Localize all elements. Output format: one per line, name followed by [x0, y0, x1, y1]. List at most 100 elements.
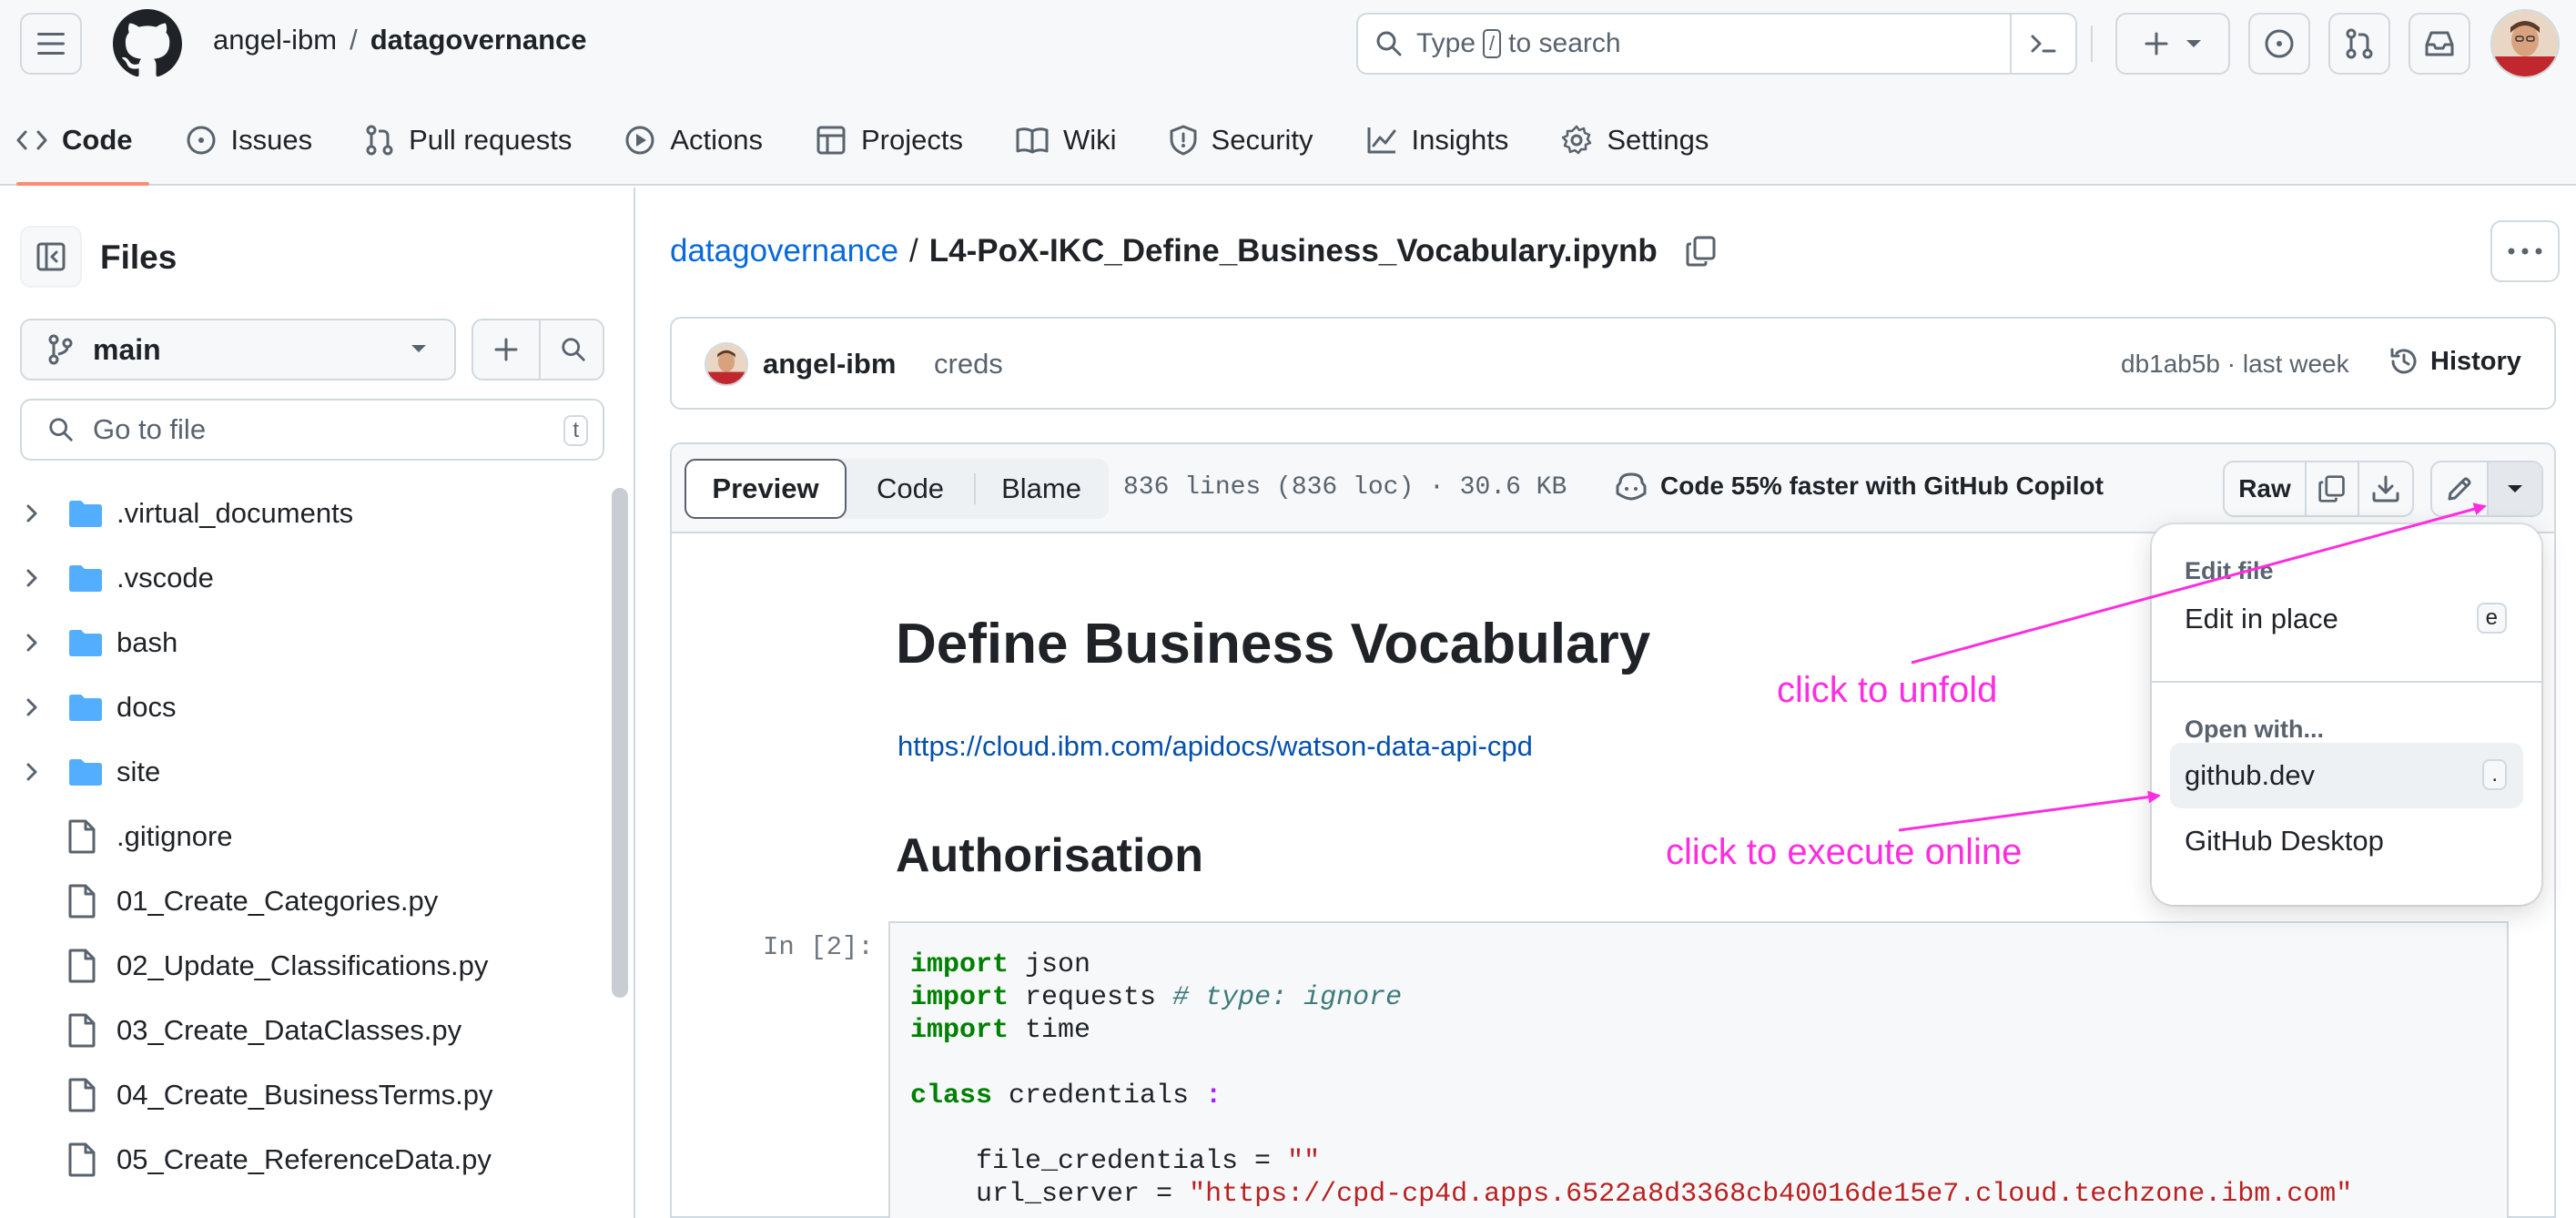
hamburger-icon	[37, 33, 65, 55]
create-new-button[interactable]	[2115, 13, 2230, 75]
search-files-button[interactable]	[541, 320, 606, 379]
app-header: angel-ibm / datagovernance Type / to sea…	[0, 0, 2576, 186]
raw-button[interactable]: Raw	[2225, 462, 2307, 515]
more-options-button[interactable]	[2490, 220, 2560, 282]
cell-execution-label: In [2]:	[763, 932, 874, 962]
copy-icon	[2318, 475, 2345, 502]
sidebar-actions	[472, 319, 604, 381]
menu-item-label: Edit in place	[2185, 603, 2338, 634]
tree-item-file[interactable]: 01_Create_Categories.py	[0, 868, 601, 933]
copy-raw-button[interactable]	[2307, 462, 2359, 515]
commit-meta[interactable]: db1ab5b · last week	[2121, 350, 2349, 379]
go-to-file-shortcut: t	[563, 415, 588, 446]
pull-requests-button[interactable]	[2328, 13, 2390, 75]
commit-message-link[interactable]: creds	[934, 348, 1003, 381]
tab-actions[interactable]: Actions	[608, 107, 779, 173]
tab-label: Projects	[861, 124, 963, 156]
avatar-image-icon	[2492, 11, 2558, 76]
tab-insights[interactable]: Insights	[1350, 107, 1526, 173]
copy-path-icon[interactable]	[1685, 235, 1718, 268]
copilot-promo-link[interactable]: Code 55% faster with GitHub Copilot	[1615, 472, 2104, 501]
tree-item-folder[interactable]: site	[0, 739, 601, 804]
tree-item-label: .virtual_documents	[117, 496, 354, 529]
code-text: credentials	[992, 1081, 1206, 1111]
code-keyword: class	[910, 1081, 993, 1111]
issue-opened-icon	[2265, 29, 2294, 58]
go-to-file-input[interactable]: Go to file t	[20, 399, 604, 461]
open-github-desktop-item[interactable]: GitHub Desktop	[2170, 808, 2523, 874]
view-mode-segmented-control: Preview Code Blame	[685, 459, 1109, 519]
file-tree-sidebar: Files main Go to file t .virtual_documen…	[0, 188, 635, 1218]
tab-issues[interactable]: Issues	[169, 107, 330, 173]
file-name: L4-PoX-IKC_Define_Business_Vocabulary.ip…	[928, 233, 1658, 269]
search-input[interactable]: Type / to search	[1356, 13, 2077, 75]
menu-button[interactable]	[20, 13, 82, 75]
tab-projects[interactable]: Projects	[799, 107, 979, 173]
tab-settings[interactable]: Settings	[1545, 107, 1725, 173]
download-button[interactable]	[2359, 462, 2412, 515]
tab-wiki[interactable]: Wiki	[999, 107, 1133, 173]
open-github-dev-item[interactable]: github.dev .	[2170, 743, 2523, 808]
tree-item-label: 04_Create_BusinessTerms.py	[117, 1078, 493, 1111]
book-icon	[1016, 127, 1049, 154]
code-comment: # type: ignore	[1172, 982, 1403, 1013]
download-icon	[2372, 475, 2399, 502]
github-logo-icon[interactable]	[113, 9, 182, 78]
edit-in-place-item[interactable]: Edit in place e	[2170, 586, 2523, 652]
go-to-file-placeholder: Go to file	[93, 413, 207, 445]
collapse-sidebar-button[interactable]	[20, 226, 82, 288]
code-view-button[interactable]: Code	[847, 459, 974, 519]
tab-code[interactable]: Code	[0, 107, 149, 186]
menu-group-label: Edit file	[2185, 557, 2274, 584]
tree-item-file[interactable]: 02_Update_Classifications.py	[0, 933, 601, 998]
tree-item-label: 01_Create_Categories.py	[117, 884, 439, 917]
edit-options-dropdown-button[interactable]	[2487, 462, 2541, 515]
tree-item-file[interactable]: 05_Create_ReferenceData.py	[0, 1127, 601, 1192]
terminal-icon	[2031, 35, 2056, 53]
tab-label: Wiki	[1062, 124, 1117, 156]
repo-name-link[interactable]: datagovernance	[370, 24, 587, 56]
tab-pull-requests[interactable]: Pull requests	[349, 107, 588, 173]
tree-item-folder[interactable]: .virtual_documents	[0, 481, 601, 545]
tree-item-folder[interactable]: docs	[0, 675, 601, 739]
tree-item-file[interactable]: 04_Create_BusinessTerms.py	[0, 1062, 601, 1127]
sidebar-scrollbar[interactable]	[612, 488, 628, 998]
folder-icon	[69, 629, 102, 656]
avatar[interactable]	[705, 342, 748, 386]
tree-item-label: docs	[117, 690, 177, 723]
file-breadcrumb: datagovernance / L4-PoX-IKC_Define_Busin…	[670, 233, 1718, 269]
tree-item-folder[interactable]: .vscode	[0, 545, 601, 610]
tab-label: Pull requests	[409, 124, 573, 156]
git-pull-request-icon	[366, 125, 393, 156]
triangle-down-icon	[2186, 40, 2201, 47]
preview-button[interactable]: Preview	[685, 459, 847, 519]
git-pull-request-icon	[2346, 28, 2373, 59]
command-palette-button[interactable]	[2010, 15, 2075, 73]
commit-author-link[interactable]: angel-ibm	[763, 348, 896, 381]
tab-label: Security	[1211, 124, 1313, 156]
issues-button[interactable]	[2248, 13, 2310, 75]
inbox-button[interactable]	[2409, 13, 2470, 75]
edit-file-button[interactable]	[2432, 462, 2487, 515]
history-button[interactable]: History	[2378, 340, 2532, 382]
breadcrumb-repo-link[interactable]: datagovernance	[670, 233, 898, 269]
tab-label: Insights	[1411, 124, 1509, 156]
blame-button[interactable]: Blame	[974, 459, 1109, 519]
tab-security[interactable]: Security	[1153, 107, 1330, 173]
notebook-api-link[interactable]: https://cloud.ibm.com/apidocs/watson-dat…	[898, 730, 1533, 763]
user-avatar[interactable]	[2490, 9, 2560, 78]
copilot-label: Code 55% faster with GitHub Copilot	[1660, 472, 2104, 500]
tree-item-folder[interactable]: bash	[0, 610, 601, 675]
tree-item-file[interactable]: .gitignore	[0, 804, 601, 868]
plus-icon	[494, 338, 518, 361]
branch-selector[interactable]: main	[20, 319, 456, 381]
header-divider	[2091, 25, 2093, 62]
tree-item-file[interactable]: 03_Create_DataClasses.py	[0, 998, 601, 1062]
tree-item-label: site	[117, 755, 161, 787]
tree-item-label: .vscode	[117, 561, 214, 594]
add-file-button[interactable]	[473, 320, 539, 379]
code-keyword: import	[910, 949, 1009, 980]
repo-owner-link[interactable]: angel-ibm	[213, 24, 337, 56]
tab-label: Code	[62, 124, 133, 156]
sidebar-title: Files	[100, 239, 177, 276]
